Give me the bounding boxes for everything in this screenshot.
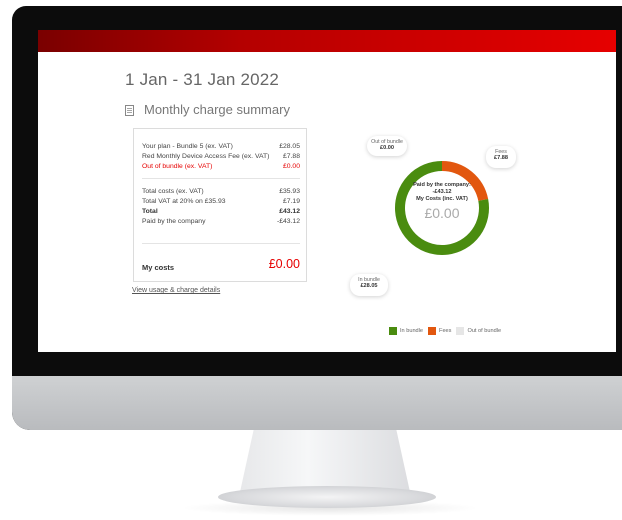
donut-center-info: Paid by the company: -£43.12 My Costs (i…: [392, 182, 492, 221]
divider: [142, 178, 300, 179]
divider: [142, 243, 300, 244]
total-costs-label: Total costs (ex. VAT): [142, 188, 204, 195]
monitor-stand-base: [218, 486, 436, 508]
fees-callout-label: Fees: [495, 149, 507, 155]
paid-by-company-row: Paid by the company -£43.12: [142, 218, 300, 225]
paid-by-company-label: Paid by the company: [142, 218, 206, 225]
total-vat-row: Total VAT at 20% on £35.93 £7.19: [142, 198, 300, 205]
total-row: Total £43.12: [142, 208, 300, 215]
my-costs-center-value: £0.00: [424, 204, 460, 221]
legend-item-in-bundle: In bundle: [389, 327, 423, 335]
in-bundle-callout-value: £28.05: [360, 283, 378, 290]
out-of-bundle-callout: Out of bundle £0.00: [367, 136, 407, 156]
paid-by-company-center-label: Paid by the company:: [413, 182, 471, 188]
line-plan-value: £28.05: [279, 143, 300, 150]
brand-header-bar: [38, 30, 616, 52]
view-usage-link[interactable]: View usage & charge details: [132, 287, 220, 294]
line-device-fee: Red Monthly Device Access Fee (ex. VAT) …: [142, 153, 300, 160]
line-out-of-bundle-label: Out of bundle (ex. VAT): [142, 163, 213, 170]
my-costs-label: My costs: [142, 263, 175, 272]
in-bundle-callout-label: In bundle: [358, 277, 380, 283]
paid-by-company-value: -£43.12: [276, 218, 300, 225]
fees-callout-value: £7.88: [494, 155, 508, 162]
legend-item-fees: Fees: [428, 327, 451, 335]
in-bundle-callout: In bundle £28.05: [350, 274, 388, 296]
line-plan-label: Your plan - Bundle 5 (ex. VAT): [142, 143, 233, 150]
line-out-of-bundle: Out of bundle (ex. VAT) £0.00: [142, 163, 300, 170]
my-costs-center-label: My Costs (inc. VAT): [416, 195, 468, 202]
monitor-chin: [12, 376, 622, 430]
screen: 1 Jan - 31 Jan 2022 Monthly charge summa…: [38, 30, 616, 352]
total-costs-row: Total costs (ex. VAT) £35.93: [142, 188, 300, 195]
summary-title: Monthly charge summary: [144, 102, 290, 117]
chart-legend: In bundle Fees Out of bundle: [389, 327, 506, 335]
fees-callout: Fees £7.88: [486, 146, 516, 168]
monitor-bezel: 1 Jan - 31 Jan 2022 Monthly charge summa…: [12, 6, 622, 430]
legend-label-in-bundle: In bundle: [400, 328, 424, 334]
total-costs-value: £35.93: [279, 188, 300, 195]
total-label: Total: [142, 208, 158, 215]
billing-period-title: 1 Jan - 31 Jan 2022: [125, 70, 280, 89]
legend-swatch-fees: [428, 327, 437, 335]
line-plan: Your plan - Bundle 5 (ex. VAT) £28.05: [142, 143, 300, 150]
legend-label-fees: Fees: [439, 328, 452, 334]
out-of-bundle-callout-value: £0.00: [380, 145, 394, 152]
total-vat-label: Total VAT at 20% on £35.93: [142, 198, 226, 205]
total-vat-value: £7.19: [282, 198, 300, 205]
document-icon: [125, 104, 134, 116]
legend-label-out-of-bundle: Out of bundle: [467, 328, 502, 334]
total-value: £43.12: [279, 208, 300, 215]
line-out-of-bundle-value: £0.00: [282, 163, 300, 170]
legend-swatch-in-bundle: [389, 327, 397, 335]
charge-summary-card: Your plan - Bundle 5 (ex. VAT) £28.05 Re…: [133, 128, 307, 282]
line-device-fee-value: £7.88: [282, 153, 300, 160]
legend-item-out-of-bundle: Out of bundle: [456, 327, 501, 335]
out-of-bundle-callout-label: Out of bundle: [371, 139, 403, 145]
legend-swatch-out-of-bundle: [456, 327, 465, 335]
monitor-stand: [240, 430, 410, 492]
summary-heading: Monthly charge summary: [125, 102, 290, 117]
paid-by-company-center-value: -£43.12: [432, 188, 452, 195]
my-costs-value: £0.00: [268, 257, 300, 271]
line-device-fee-label: Red Monthly Device Access Fee (ex. VAT): [142, 153, 270, 160]
